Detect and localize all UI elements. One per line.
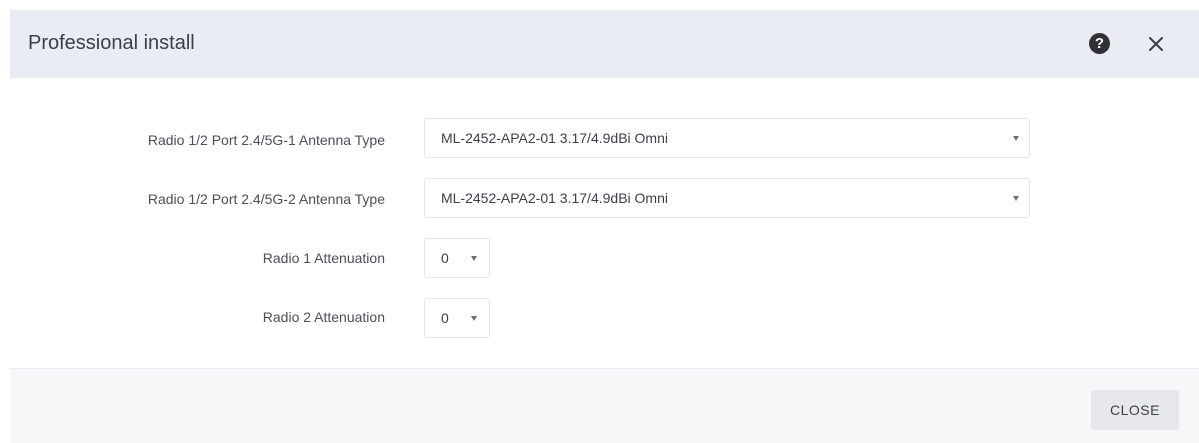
antenna-type-2-select[interactable]: ML-2452-APA2-01 3.17/4.9dBi Omni (424, 178, 1030, 218)
antenna-type-1-select[interactable]: ML-2452-APA2-01 3.17/4.9dBi Omni (424, 118, 1030, 158)
help-icon[interactable]: ? (1089, 33, 1110, 54)
radio-2-attenuation-label: Radio 2 Attenuation (262, 309, 385, 325)
dialog-title: Professional install (28, 32, 195, 54)
chevron-down-icon (471, 256, 477, 261)
close-x-glyph (1149, 37, 1163, 51)
radio-2-attenuation-value: 0 (441, 310, 449, 326)
close-icon[interactable] (1146, 34, 1166, 54)
dialog-header: Professional install ? (10, 10, 1199, 78)
antenna-type-1-value: ML-2452-APA2-01 3.17/4.9dBi Omni (441, 130, 668, 146)
chevron-down-icon (1013, 196, 1019, 201)
radio-1-attenuation-value: 0 (441, 250, 449, 266)
close-button[interactable]: CLOSE (1091, 390, 1179, 430)
chevron-down-icon (1013, 136, 1019, 141)
dialog-footer: CLOSE (10, 368, 1199, 443)
radio-1-attenuation-select[interactable]: 0 (424, 238, 490, 278)
radio-2-attenuation-select[interactable]: 0 (424, 298, 490, 338)
antenna-type-2-value: ML-2452-APA2-01 3.17/4.9dBi Omni (441, 190, 668, 206)
radio-1-attenuation-label: Radio 1 Attenuation (262, 250, 385, 266)
antenna-type-2-label: Radio 1/2 Port 2.4/5G-2 Antenna Type (147, 191, 385, 207)
dialog-body: Radio 1/2 Port 2.4/5G-1 Antenna Type ML-… (10, 78, 1199, 368)
antenna-type-1-label: Radio 1/2 Port 2.4/5G-1 Antenna Type (147, 132, 385, 148)
professional-install-dialog: Professional install ? Radio 1/2 Port 2.… (10, 10, 1199, 443)
chevron-down-icon (471, 316, 477, 321)
